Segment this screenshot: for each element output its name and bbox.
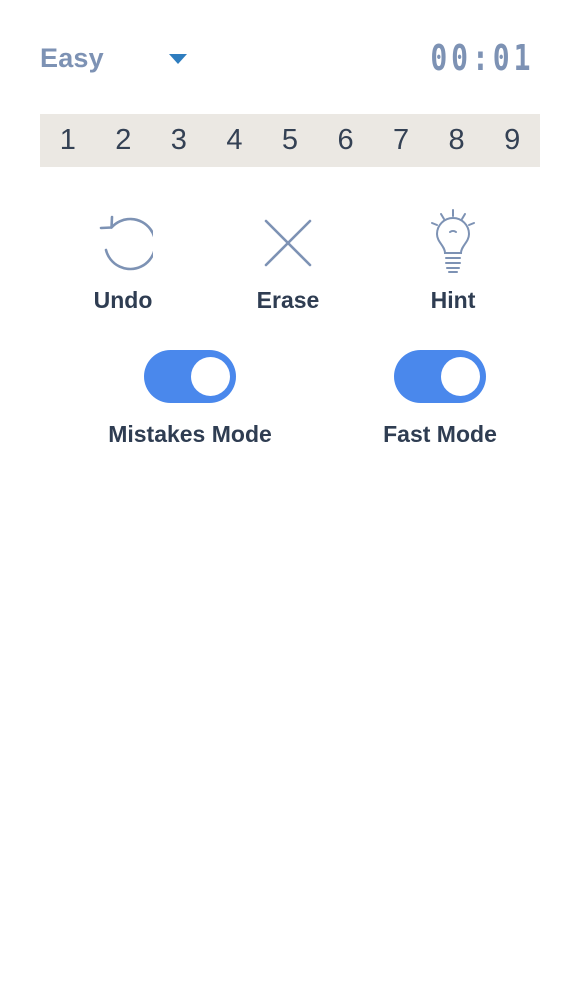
number-key-7[interactable]: 7 xyxy=(373,114,429,167)
number-key-9[interactable]: 9 xyxy=(484,114,540,167)
game-timer: 00:01 xyxy=(429,37,534,79)
mistakes-mode-control: Mistakes Mode xyxy=(80,350,300,448)
number-key-8[interactable]: 8 xyxy=(429,114,485,167)
toggle-knob xyxy=(191,357,230,396)
number-key-2[interactable]: 2 xyxy=(96,114,152,167)
hint-label: Hint xyxy=(430,287,476,313)
difficulty-dropdown[interactable]: Easy xyxy=(40,38,200,78)
erase-button[interactable]: Erase xyxy=(223,205,353,325)
mistakes-mode-toggle[interactable] xyxy=(144,350,236,403)
number-key-5[interactable]: 5 xyxy=(262,114,318,167)
fast-mode-label: Fast Mode xyxy=(383,421,497,447)
fast-mode-control: Fast Mode xyxy=(330,350,550,448)
chevron-down-icon xyxy=(169,54,187,64)
hint-button[interactable]: Hint xyxy=(388,205,518,325)
mistakes-mode-label: Mistakes Mode xyxy=(108,421,272,447)
close-icon xyxy=(253,205,323,281)
number-pad: 1 2 3 4 5 6 7 8 9 xyxy=(40,114,540,167)
number-key-4[interactable]: 4 xyxy=(207,114,263,167)
toggle-knob xyxy=(441,357,480,396)
fast-mode-toggle[interactable] xyxy=(394,350,486,403)
number-key-6[interactable]: 6 xyxy=(318,114,374,167)
lightbulb-icon xyxy=(418,205,488,281)
number-key-1[interactable]: 1 xyxy=(40,114,96,167)
game-header: Easy 00:01 xyxy=(40,37,540,79)
erase-label: Erase xyxy=(256,287,320,313)
number-key-3[interactable]: 3 xyxy=(151,114,207,167)
undo-button[interactable]: Undo xyxy=(58,205,188,325)
undo-icon xyxy=(88,205,158,281)
undo-label: Undo xyxy=(93,287,153,313)
difficulty-label: Easy xyxy=(40,42,104,73)
